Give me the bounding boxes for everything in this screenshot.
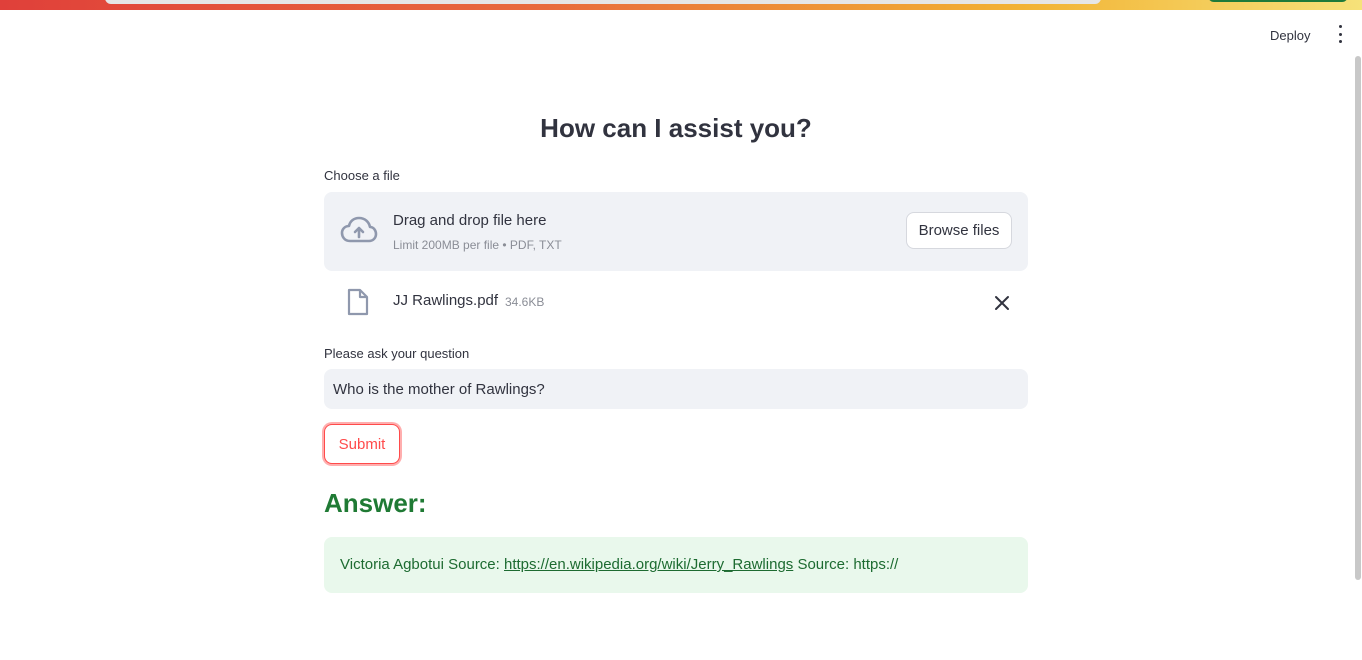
submit-button[interactable]: Submit [324,424,400,464]
answer-source-link[interactable]: https://en.wikipedia.org/wiki/Jerry_Rawl… [504,556,793,573]
browse-files-button[interactable]: Browse files [906,212,1012,249]
uploaded-file-size: 34.6KB [505,295,545,309]
answer-box: Victoria Agbotui Source: https://en.wiki… [324,537,1028,593]
browser-address-bar [105,0,1101,4]
browser-button [1208,0,1348,2]
deploy-button[interactable]: Deploy [1262,24,1318,46]
file-dropzone[interactable]: Drag and drop file here Limit 200MB per … [324,192,1028,271]
uploaded-file-name: JJ Rawlings.pdf [393,292,499,309]
answer-text: Victoria Agbotui Source: [340,556,504,573]
answer-text-tail: Source: https:// [793,556,899,573]
answer-heading: Answer: [324,488,427,518]
question-input[interactable] [324,369,1028,409]
scrollbar[interactable] [1355,56,1361,580]
file-uploader-label: Choose a file [324,168,400,183]
dropzone-title: Drag and drop file here [393,212,547,229]
app-header [0,10,1362,58]
close-icon [995,296,1009,310]
kebab-menu-icon[interactable] [1332,25,1348,43]
dropzone-limit-text: Limit 200MB per file • PDF, TXT [393,238,562,252]
uploaded-file-row: JJ Rawlings.pdf 34.6KB [324,283,1028,323]
page-title: How can I assist you? [540,113,812,143]
remove-file-button[interactable] [991,292,1013,314]
cloud-upload-icon [340,216,378,243]
question-label: Please ask your question [324,346,470,361]
file-icon [347,288,369,316]
